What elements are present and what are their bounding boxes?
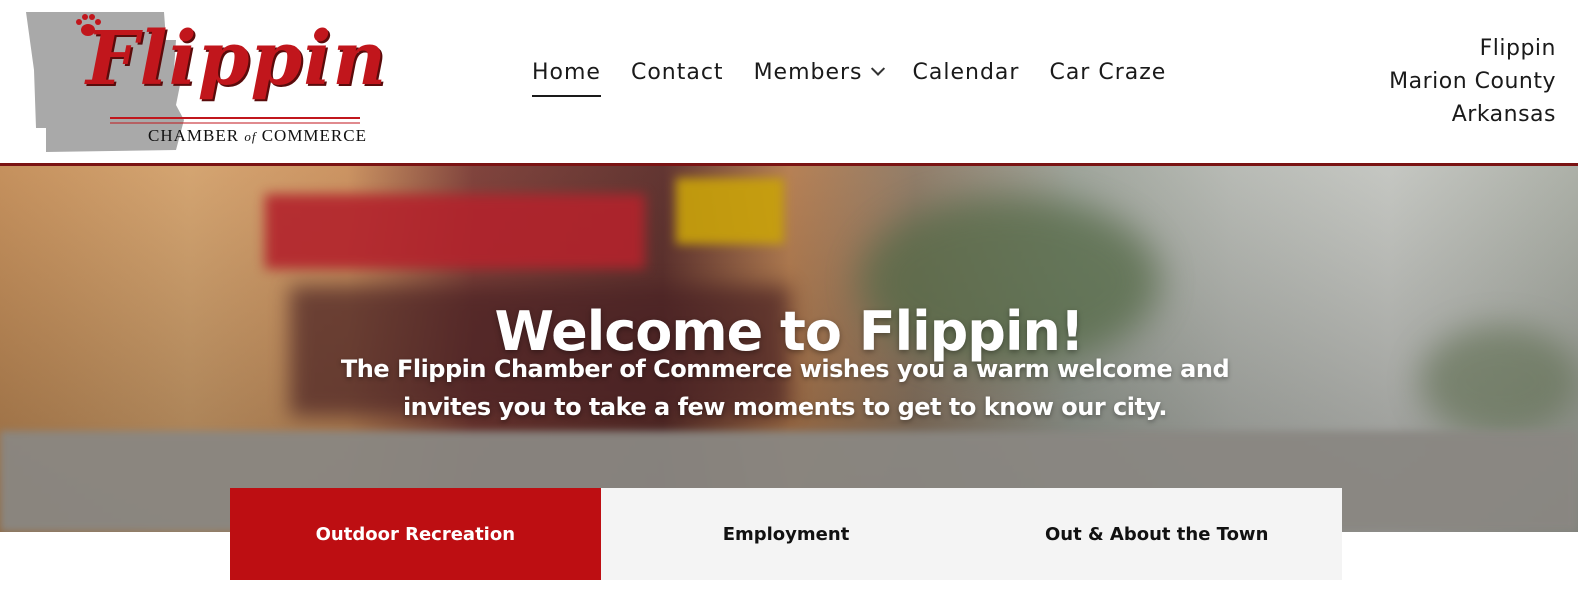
logo-subtitle: CHAMBER of COMMERCE [148, 126, 367, 146]
location-text: Flippin Marion County Arkansas [1389, 32, 1556, 131]
logo-subtitle-of: of [244, 129, 257, 144]
nav-item-car-craze[interactable]: Car Craze [1049, 60, 1166, 85]
logo-subtitle-right: COMMERCE [261, 126, 367, 145]
tab-outdoor-recreation[interactable]: Outdoor Recreation [230, 488, 601, 580]
location-county: Marion County [1389, 69, 1556, 94]
main-navigation: Home Contact Members Calendar Car Craze [532, 60, 1166, 97]
tab-out-and-about[interactable]: Out & About the Town [971, 488, 1342, 580]
site-header: Flippin CHAMBER of COMMERCE Home Contact… [0, 0, 1578, 166]
logo-subtitle-left: CHAMBER [148, 126, 240, 145]
category-tabs: Outdoor Recreation Employment Out & Abou… [230, 488, 1342, 580]
nav-item-home[interactable]: Home [532, 60, 601, 97]
nav-item-members-label: Members [753, 60, 863, 85]
nav-item-members[interactable]: Members [753, 60, 885, 85]
logo-wordmark: Flippin [86, 16, 388, 102]
tab-employment[interactable]: Employment [601, 488, 972, 580]
location-city: Flippin [1479, 36, 1556, 61]
hero-background-awning [265, 194, 645, 269]
chevron-down-icon [870, 61, 885, 76]
nav-item-contact[interactable]: Contact [631, 60, 724, 85]
hero-banner: Welcome to Flippin! The Flippin Chamber … [0, 166, 1578, 532]
hero-background-sign [676, 178, 784, 244]
location-state: Arkansas [1451, 102, 1556, 127]
hero-subtitle: The Flippin Chamber of Commerce wishes y… [340, 355, 1230, 421]
nav-item-calendar[interactable]: Calendar [913, 60, 1020, 85]
site-logo[interactable]: Flippin CHAMBER of COMMERCE [26, 10, 386, 155]
